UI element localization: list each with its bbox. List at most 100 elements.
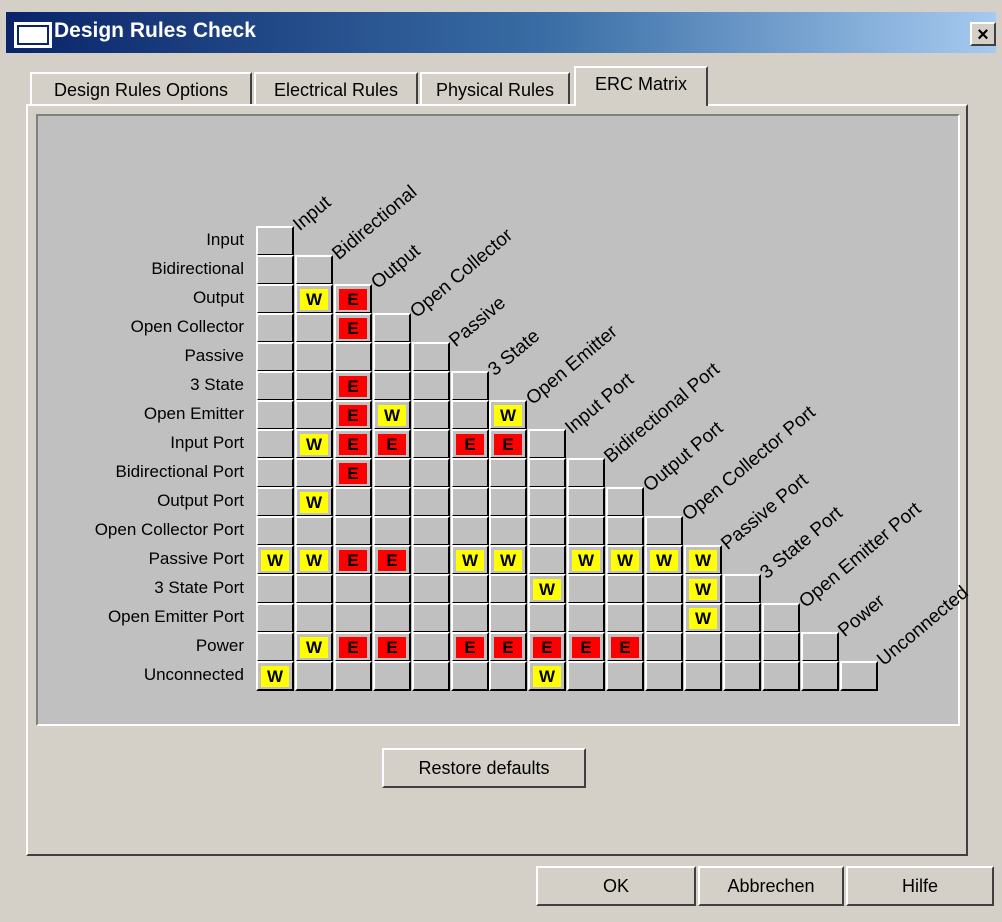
matrix-cell-passive-port-output-port[interactable]: W	[606, 545, 644, 575]
tab-physical-rules[interactable]: Physical Rules	[420, 72, 570, 106]
matrix-cell-passive-port-open-collector[interactable]: E	[373, 545, 411, 575]
matrix-cell-input-input[interactable]	[256, 226, 294, 256]
matrix-cell-output-port-passive[interactable]	[412, 487, 450, 517]
matrix-cell-3-state-port-passive-port[interactable]: W	[684, 574, 722, 604]
matrix-cell-open-collector-port-input[interactable]	[256, 516, 294, 546]
matrix-cell-3-state-input[interactable]	[256, 371, 294, 401]
matrix-cell-3-state-port-bidirectional-port[interactable]	[567, 574, 605, 604]
matrix-cell-unconnected-bidirectional[interactable]	[295, 661, 333, 691]
matrix-cell-open-emitter-port-bidirectional-port[interactable]	[567, 603, 605, 633]
matrix-cell-open-collector-port-3-state[interactable]	[451, 516, 489, 546]
matrix-cell-output-port-open-emitter[interactable]	[489, 487, 527, 517]
restore-defaults-button[interactable]: Restore defaults	[382, 748, 586, 788]
help-button[interactable]: Hilfe	[846, 866, 994, 906]
matrix-cell-3-state-port-open-collector[interactable]	[373, 574, 411, 604]
matrix-cell-input-port-open-collector[interactable]: E	[373, 429, 411, 459]
matrix-cell-output-port-3-state[interactable]	[451, 487, 489, 517]
ok-button[interactable]: OK	[536, 866, 696, 906]
matrix-cell-open-emitter-port-bidirectional[interactable]	[295, 603, 333, 633]
matrix-cell-bidirectional-port-input-port[interactable]	[528, 458, 566, 488]
matrix-cell-bidirectional-input[interactable]	[256, 255, 294, 285]
matrix-cell-power-output[interactable]: E	[334, 632, 372, 662]
matrix-cell-open-emitter-passive[interactable]	[412, 400, 450, 430]
matrix-cell-bidirectional-port-input[interactable]	[256, 458, 294, 488]
matrix-cell-3-state-output[interactable]: E	[334, 371, 372, 401]
matrix-cell-open-emitter-port-open-collector[interactable]	[373, 603, 411, 633]
matrix-cell-passive-port-open-emitter[interactable]: W	[489, 545, 527, 575]
matrix-cell-3-state-passive[interactable]	[412, 371, 450, 401]
matrix-cell-open-collector-port-passive[interactable]	[412, 516, 450, 546]
matrix-cell-3-state-port-input-port[interactable]: W	[528, 574, 566, 604]
matrix-cell-unconnected-3-state-port[interactable]	[723, 661, 761, 691]
matrix-cell-bidirectional-port-bidirectional-port[interactable]	[567, 458, 605, 488]
cancel-button[interactable]: Abbrechen	[698, 866, 844, 906]
matrix-cell-open-emitter-port-open-collector-port[interactable]	[645, 603, 683, 633]
matrix-cell-open-emitter-port-open-emitter[interactable]	[489, 603, 527, 633]
matrix-cell-input-port-open-emitter[interactable]: E	[489, 429, 527, 459]
matrix-cell-output-port-output[interactable]	[334, 487, 372, 517]
matrix-cell-passive-input[interactable]	[256, 342, 294, 372]
matrix-cell-output-port-bidirectional[interactable]: W	[295, 487, 333, 517]
matrix-cell-output-port-bidirectional-port[interactable]	[567, 487, 605, 517]
matrix-cell-power-3-state-port[interactable]	[723, 632, 761, 662]
matrix-cell-3-state-port-output[interactable]	[334, 574, 372, 604]
matrix-cell-open-collector-port-input-port[interactable]	[528, 516, 566, 546]
matrix-cell-power-input-port[interactable]: E	[528, 632, 566, 662]
matrix-cell-passive-port-output[interactable]: E	[334, 545, 372, 575]
matrix-cell-unconnected-input-port[interactable]: W	[528, 661, 566, 691]
matrix-cell-unconnected-input[interactable]: W	[256, 661, 294, 691]
matrix-cell-unconnected-open-collector[interactable]	[373, 661, 411, 691]
matrix-cell-open-emitter-port-3-state[interactable]	[451, 603, 489, 633]
matrix-cell-passive-port-passive[interactable]	[412, 545, 450, 575]
matrix-cell-unconnected-open-emitter[interactable]	[489, 661, 527, 691]
matrix-cell-open-emitter-port-passive[interactable]	[412, 603, 450, 633]
matrix-cell-output-port-output-port[interactable]	[606, 487, 644, 517]
matrix-cell-open-emitter-port-passive-port[interactable]: W	[684, 603, 722, 633]
matrix-cell-unconnected-passive[interactable]	[412, 661, 450, 691]
matrix-cell-bidirectional-port-open-emitter[interactable]	[489, 458, 527, 488]
matrix-cell-unconnected-open-collector-port[interactable]	[645, 661, 683, 691]
matrix-cell-input-port-output[interactable]: E	[334, 429, 372, 459]
matrix-cell-output-port-input-port[interactable]	[528, 487, 566, 517]
matrix-cell-open-collector-port-open-emitter[interactable]	[489, 516, 527, 546]
matrix-cell-power-3-state[interactable]: E	[451, 632, 489, 662]
matrix-cell-power-bidirectional-port[interactable]: E	[567, 632, 605, 662]
matrix-cell-3-state-port-passive[interactable]	[412, 574, 450, 604]
matrix-cell-power-open-emitter[interactable]: E	[489, 632, 527, 662]
matrix-cell-passive-port-bidirectional[interactable]: W	[295, 545, 333, 575]
tab-erc-matrix[interactable]: ERC Matrix	[574, 66, 708, 106]
matrix-cell-passive-passive[interactable]	[412, 342, 450, 372]
matrix-cell-power-power[interactable]	[801, 632, 839, 662]
matrix-cell-3-state-open-collector[interactable]	[373, 371, 411, 401]
close-button[interactable]: ×	[970, 22, 996, 46]
matrix-cell-3-state-port-open-emitter[interactable]	[489, 574, 527, 604]
matrix-cell-bidirectional-port-passive[interactable]	[412, 458, 450, 488]
matrix-cell-3-state-port-bidirectional[interactable]	[295, 574, 333, 604]
matrix-cell-passive-open-collector[interactable]	[373, 342, 411, 372]
matrix-cell-open-emitter-port-input[interactable]	[256, 603, 294, 633]
matrix-cell-passive-port-3-state[interactable]: W	[451, 545, 489, 575]
matrix-cell-3-state-port-input[interactable]	[256, 574, 294, 604]
matrix-cell-output-output[interactable]: E	[334, 284, 372, 314]
matrix-cell-open-emitter-port-3-state-port[interactable]	[723, 603, 761, 633]
matrix-cell-unconnected-output[interactable]	[334, 661, 372, 691]
matrix-cell-unconnected-unconnected[interactable]	[840, 661, 878, 691]
matrix-cell-open-collector-input[interactable]	[256, 313, 294, 343]
matrix-cell-open-emitter-port-input-port[interactable]	[528, 603, 566, 633]
matrix-cell-passive-output[interactable]	[334, 342, 372, 372]
matrix-cell-open-collector-port-bidirectional-port[interactable]	[567, 516, 605, 546]
matrix-cell-open-collector-bidirectional[interactable]	[295, 313, 333, 343]
matrix-cell-open-emitter-port-output-port[interactable]	[606, 603, 644, 633]
matrix-cell-unconnected-open-emitter-port[interactable]	[762, 661, 800, 691]
matrix-cell-open-emitter-output[interactable]: E	[334, 400, 372, 430]
matrix-cell-open-collector-open-collector[interactable]	[373, 313, 411, 343]
matrix-cell-input-port-passive[interactable]	[412, 429, 450, 459]
matrix-cell-open-emitter-open-collector[interactable]: W	[373, 400, 411, 430]
matrix-cell-input-port-input[interactable]	[256, 429, 294, 459]
matrix-cell-power-open-collector[interactable]: E	[373, 632, 411, 662]
matrix-cell-open-emitter-port-open-emitter-port[interactable]	[762, 603, 800, 633]
matrix-cell-power-output-port[interactable]: E	[606, 632, 644, 662]
tab-design-rules-options[interactable]: Design Rules Options	[30, 72, 252, 106]
matrix-cell-passive-bidirectional[interactable]	[295, 342, 333, 372]
matrix-cell-3-state-bidirectional[interactable]	[295, 371, 333, 401]
